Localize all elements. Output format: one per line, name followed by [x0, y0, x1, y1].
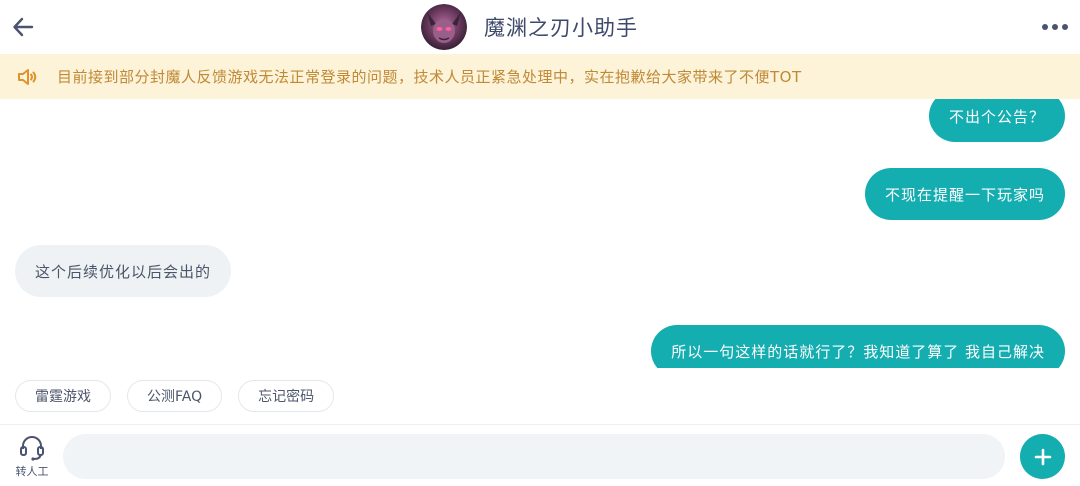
avatar[interactable] — [421, 4, 467, 50]
arrow-left-icon — [13, 17, 34, 37]
headset-icon — [20, 436, 44, 461]
outgoing-message[interactable]: 不现在提醒一下玩家吗 — [864, 168, 1065, 220]
page-title: 魔渊之刃小助手 — [484, 16, 638, 40]
outgoing-message[interactable]: 不出个公告？ — [928, 99, 1065, 142]
back-button[interactable] — [8, 12, 38, 42]
more-options-button[interactable] — [1036, 14, 1074, 40]
message-list[interactable]: 不出个公告？ 不现在提醒一下玩家吗 这个后续优化以后会出的 所以一句这样的话就行… — [0, 99, 1080, 368]
quick-reply-chip[interactable]: 雷霆游戏 — [15, 380, 111, 412]
message-input[interactable] — [63, 434, 1005, 479]
transfer-to-agent-button[interactable]: 转人工 — [10, 433, 54, 483]
transfer-to-agent-label: 转人工 — [15, 465, 49, 478]
plus-icon — [1034, 448, 1051, 465]
more-dots-icon — [1042, 24, 1068, 30]
incoming-message[interactable]: 这个后续优化以后会出的 — [15, 245, 232, 297]
quick-reply-bar: 雷霆游戏 公测FAQ 忘记密码 — [15, 380, 335, 412]
quick-reply-chip[interactable]: 公测FAQ — [127, 380, 223, 412]
announcement-banner[interactable]: 目前接到部分封魔人反馈游戏无法正常登录的问题，技术人员正紧急处理中，实在抱歉给大… — [0, 54, 1080, 99]
input-bar: 转人工 — [0, 424, 1080, 486]
add-button[interactable] — [1020, 434, 1065, 479]
speaker-icon — [18, 69, 37, 85]
outgoing-message[interactable]: 所以一句这样的话就行了？我知道了算了 我自己解决 — [651, 325, 1065, 368]
top-bar: 魔渊之刃小助手 — [0, 0, 1080, 54]
quick-reply-chip[interactable]: 忘记密码 — [238, 380, 335, 412]
announcement-text: 目前接到部分封魔人反馈游戏无法正常登录的问题，技术人员正紧急处理中，实在抱歉给大… — [57, 68, 802, 86]
